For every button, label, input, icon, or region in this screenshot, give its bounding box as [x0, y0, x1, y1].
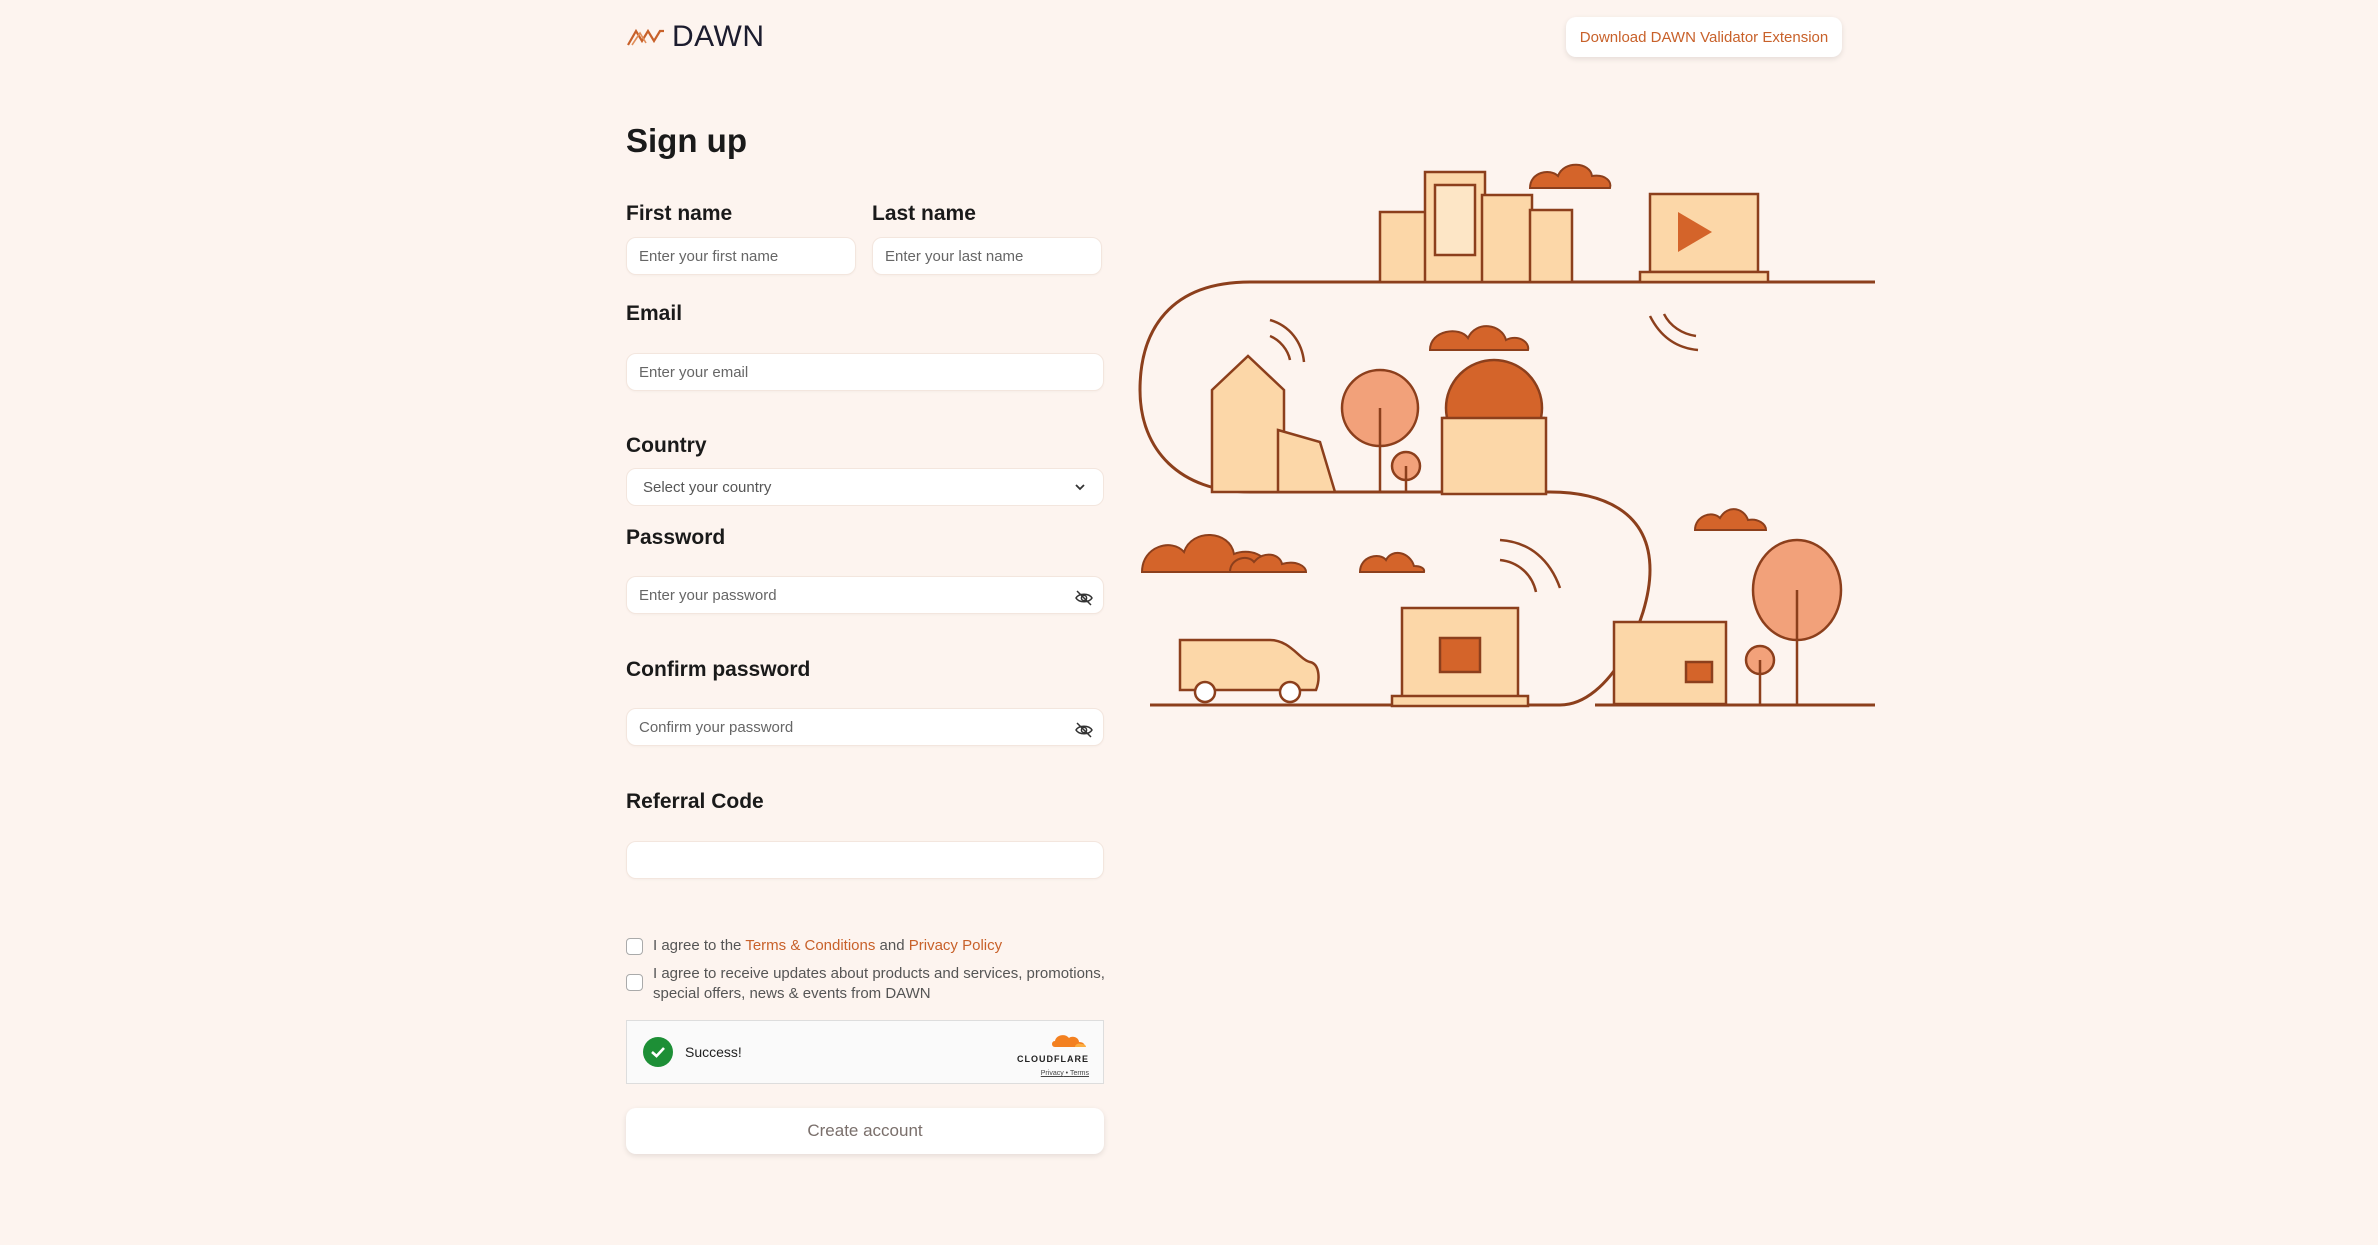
captcha-widget[interactable]: Success! CLOUDFLARE Privacy • Terms	[626, 1020, 1104, 1084]
cloudflare-logo	[1052, 1035, 1086, 1047]
updates-text: I agree to receive updates about product…	[653, 964, 1105, 1004]
confirm-password-input[interactable]	[626, 708, 1104, 746]
last-name-input[interactable]	[872, 237, 1102, 275]
updates-text-line2: special offers, news & events from DAWN	[653, 985, 931, 1002]
terms-prefix: I agree to the	[653, 937, 742, 954]
eye-off-icon[interactable]	[1074, 720, 1094, 740]
terms-agreement: I agree to the Terms & Conditions and Pr…	[626, 936, 1002, 956]
brand-name: DAWN	[672, 20, 765, 53]
brand-logo[interactable]: DAWN	[626, 20, 765, 54]
first-name-label: First name	[626, 202, 733, 225]
password-label: Password	[626, 526, 726, 549]
email-input[interactable]	[626, 353, 1104, 391]
cloudflare-wordmark: CLOUDFLARE	[1017, 1054, 1089, 1064]
captcha-terms-link[interactable]: Terms	[1070, 1070, 1089, 1077]
create-account-button[interactable]: Create account	[626, 1108, 1104, 1154]
country-label: Country	[626, 434, 707, 457]
privacy-link[interactable]: Privacy Policy	[909, 937, 1002, 954]
captcha-privacy-link[interactable]: Privacy	[1041, 1070, 1064, 1077]
referral-code-label: Referral Code	[626, 790, 764, 813]
captcha-status: Success!	[685, 1044, 742, 1060]
eye-off-icon[interactable]	[1074, 588, 1094, 608]
email-label: Email	[626, 302, 683, 325]
updates-text-line1: I agree to receive updates about product…	[653, 965, 1105, 982]
confirm-password-label: Confirm password	[626, 658, 811, 681]
page-title: Sign up	[626, 122, 747, 159]
cloudflare-branding: CLOUDFLARE Privacy • Terms	[1017, 1031, 1089, 1077]
terms-checkbox[interactable]	[626, 938, 643, 955]
chevron-down-icon	[1075, 484, 1085, 491]
last-name-label: Last name	[872, 202, 976, 225]
city-illustration	[1138, 163, 1875, 708]
dawn-logo-icon	[627, 28, 664, 46]
country-select-value: Select your country	[643, 478, 772, 496]
terms-text: I agree to the Terms & Conditions and Pr…	[653, 936, 1002, 956]
check-icon	[643, 1037, 673, 1067]
download-extension-button[interactable]: Download DAWN Validator Extension	[1566, 17, 1842, 57]
updates-checkbox[interactable]	[626, 974, 643, 991]
terms-link[interactable]: Terms & Conditions	[745, 937, 875, 954]
first-name-input[interactable]	[626, 237, 856, 275]
terms-and: and	[879, 937, 905, 954]
password-input[interactable]	[626, 576, 1104, 614]
updates-agreement: I agree to receive updates about product…	[626, 964, 1105, 1004]
referral-code-input[interactable]	[626, 841, 1104, 879]
country-select[interactable]: Select your country	[626, 468, 1104, 506]
